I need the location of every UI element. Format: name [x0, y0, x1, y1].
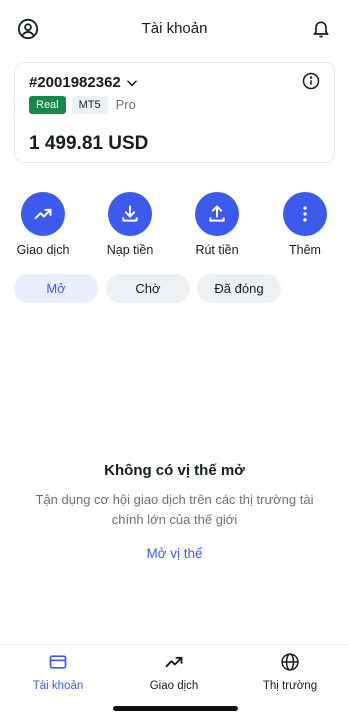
trade-action-button[interactable]: Giao dịch — [3, 192, 83, 257]
withdraw-action-label: Rút tiền — [195, 243, 239, 257]
trending-up-icon — [165, 656, 183, 668]
tab-pending[interactable]: Chờ — [106, 274, 190, 303]
withdraw-action-button[interactable]: Rút tiền — [177, 192, 257, 257]
platform-badge: MT5 — [71, 96, 108, 114]
trade-action-label: Giao dịch — [16, 243, 70, 257]
chevron-down-icon — [126, 79, 137, 86]
nav-trade-label: Giao dịch — [149, 680, 199, 692]
home-indicator — [113, 706, 238, 711]
download-icon — [122, 205, 138, 222]
account-card[interactable]: #2001982362 Real MT5 Pro 1 499.81 USD — [14, 62, 335, 163]
account-tier-label: Pro — [115, 97, 136, 112]
nav-item-trade[interactable]: Giao dịch — [124, 651, 224, 692]
nav-account-label: Tài khoản — [32, 680, 84, 692]
empty-state-description: Tận dụng cơ hội giao dịch trên các thị t… — [35, 492, 314, 527]
globe-icon — [281, 653, 299, 671]
page-title: Tài khoản — [141, 20, 208, 37]
tab-closed[interactable]: Đã đóng — [197, 274, 281, 303]
account-balance: 1 499.81 USD — [29, 133, 149, 154]
trending-up-icon — [34, 208, 52, 220]
nav-markets-label: Thị trường — [262, 680, 318, 692]
info-icon — [302, 72, 320, 90]
more-action-label: Thêm — [289, 243, 321, 257]
empty-state: Không có vị thế mở Tận dụng cơ hội giao … — [0, 462, 349, 561]
nav-item-account[interactable]: Tài khoản — [8, 651, 108, 692]
wallet-card-icon — [49, 655, 67, 669]
open-position-link[interactable]: Mở vị thế — [0, 546, 349, 561]
more-action-button[interactable]: Thêm — [265, 192, 345, 257]
nav-item-markets[interactable]: Thị trường — [240, 651, 340, 692]
deposit-action-label: Nạp tiền — [106, 243, 154, 257]
bell-icon — [313, 21, 329, 38]
tab-open[interactable]: Mở — [14, 274, 98, 303]
account-type-badge: Real — [29, 96, 66, 114]
more-vertical-icon — [303, 206, 307, 222]
empty-state-title: Không có vị thế mở — [104, 462, 245, 479]
tab-open-label: Mở — [46, 281, 66, 296]
account-number: #2001982362 — [29, 74, 121, 91]
account-info-button[interactable] — [302, 72, 322, 92]
tab-closed-label: Đã đóng — [214, 281, 264, 296]
upload-icon — [209, 205, 225, 222]
notifications-button[interactable] — [309, 17, 333, 41]
account-badges: Real MT5 Pro — [29, 96, 138, 114]
top-bar: Tài khoản — [0, 0, 349, 58]
deposit-action-button[interactable]: Nạp tiền — [90, 192, 170, 257]
tab-pending-label: Chờ — [135, 281, 161, 296]
account-selector[interactable]: #2001982362 — [29, 74, 139, 91]
